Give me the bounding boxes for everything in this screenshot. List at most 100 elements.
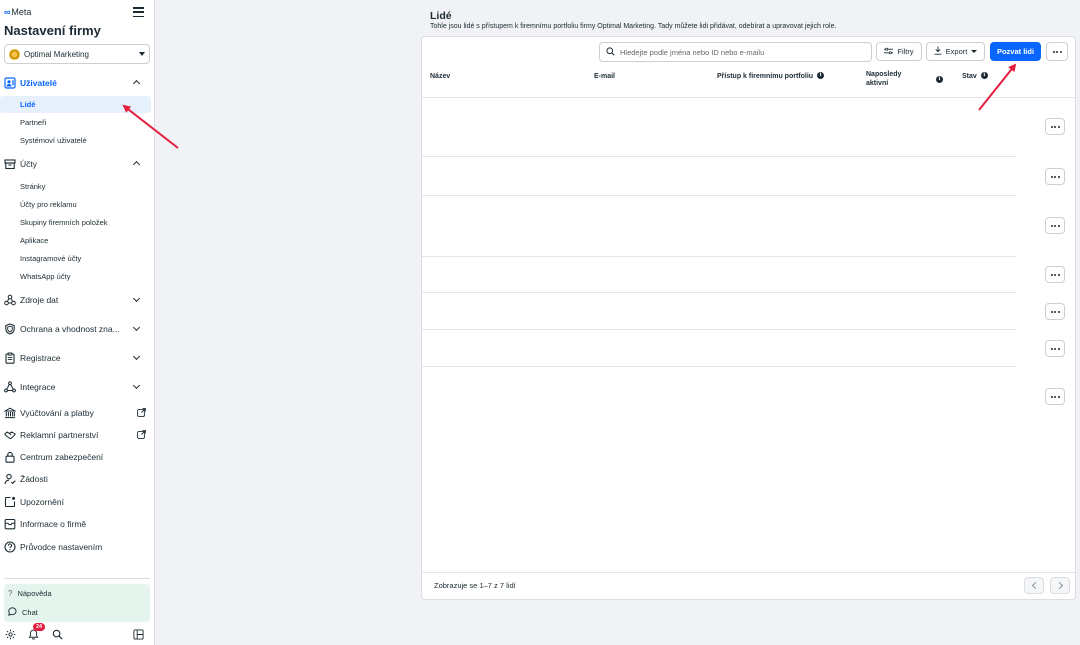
sidebar-item-label: Reklamní partnerství [20,430,99,440]
column-header-last-active[interactable]: Naposledy aktivní i [866,70,943,88]
notifications-bell-icon[interactable]: 24 [26,623,46,641]
sidebar-item-label: Žádosti [20,474,48,484]
chevron-down-icon [132,323,141,332]
row-options-button[interactable] [1045,303,1065,320]
search-icon [606,46,615,58]
export-label: Export [945,47,968,56]
sidebar-item-apps[interactable]: Aplikace [0,232,151,249]
meta-infinity-icon: ∞ [4,7,11,17]
table-row-divider [422,292,1016,293]
settings-gear-icon[interactable] [3,627,17,641]
row-options-button[interactable] [1045,266,1065,283]
column-header-status[interactable]: Stav i [962,72,988,81]
meta-logo[interactable]: ∞ Meta [4,7,31,17]
sidebar-item-billing[interactable]: Vyúčtování a platby [0,402,155,424]
help-label: Nápověda [17,589,52,598]
layout-panel-icon[interactable] [131,627,145,641]
sidebar-section-integrations[interactable]: Integrace [0,376,155,398]
chevron-down-icon [132,352,141,361]
chevron-down-icon [132,381,141,390]
app-title: Nastavení firmy [4,23,101,38]
chat-link[interactable]: Chat [4,603,150,622]
sidebar-item-setup-guide[interactable]: Průvodce nastavením [0,536,155,558]
sidebar-section-users[interactable]: Uživatelé [0,72,155,94]
business-info-icon [4,518,16,530]
more-dots-icon [1050,175,1060,178]
column-header-email[interactable]: E-mail [594,72,615,81]
sidebar-item-label: Průvodce nastavením [20,542,103,552]
chevron-left-icon [1031,581,1039,590]
more-dots-icon [1050,224,1060,227]
menu-hamburger-icon[interactable] [133,7,144,17]
filters-label: Filtry [897,47,914,56]
page-title: Lidé [430,10,452,22]
sliders-icon [884,47,894,57]
sidebar-section-accounts[interactable]: Účty [0,153,155,175]
caret-down-icon [139,52,145,56]
export-button[interactable]: Export [926,42,985,61]
sidebar-item-ad-accounts[interactable]: Účty pro reklamu [0,196,151,213]
sidebar-section-registration[interactable]: Registrace [0,347,155,369]
integrations-icon [4,381,16,393]
question-mark-icon: ? [8,589,13,598]
more-dots-icon [1050,395,1060,398]
row-options-button[interactable] [1045,340,1065,357]
help-circle-icon [4,541,16,553]
help-link[interactable]: ? Nápověda [4,584,150,603]
search-box[interactable] [599,42,872,62]
caret-down-icon [971,50,978,53]
info-icon[interactable]: i [936,76,943,83]
more-dots-icon [1050,273,1060,276]
row-options-button[interactable] [1045,168,1065,185]
row-options-button[interactable] [1045,118,1065,135]
row-options-button[interactable] [1045,388,1065,405]
more-options-button[interactable] [1046,42,1068,61]
more-dots-icon [1050,310,1060,313]
more-dots-icon [1052,50,1062,53]
column-header-access[interactable]: Přístup k firemnímu portfoliu i [717,72,825,81]
table-row-divider [422,195,1016,196]
chevron-down-icon [132,294,141,303]
clipboard-icon [4,352,16,364]
previous-page-button[interactable] [1024,577,1044,594]
sidebar-item-ad-partnerships[interactable]: Reklamní partnerství [0,424,155,446]
sidebar-section-label: Ochrana a vhodnost zna... [20,324,120,334]
chevron-up-icon [132,160,141,169]
sidebar-item-label: Centrum zabezpečení [20,452,104,462]
row-options-button[interactable] [1045,217,1065,234]
sidebar-divider [4,578,150,579]
sidebar-item-notifications[interactable]: Upozornění [0,491,155,513]
next-page-button[interactable] [1050,577,1070,594]
sidebar-item-business-asset-groups[interactable]: Skupiny firemních položek [0,214,151,231]
sidebar-section-label: Uživatelé [20,78,57,88]
invite-people-button[interactable]: Pozvat lidi [990,42,1041,61]
filters-button[interactable]: Filtry [876,42,922,61]
info-icon[interactable]: i [980,72,988,79]
sidebar-item-system-users[interactable]: Systémoví uživatelé [0,132,151,149]
sidebar-item-instagram-accounts[interactable]: Instagramové účty [0,250,151,267]
sidebar-item-whatsapp-accounts[interactable]: WhatsApp účty [0,268,151,285]
people-table-card [421,36,1076,600]
info-icon[interactable]: i [817,72,825,79]
table-row-divider [422,329,1016,330]
column-header-name[interactable]: Název [430,72,450,81]
sidebar-bottom-bar: 24 [0,623,155,644]
sidebar-section-data-sources[interactable]: Zdroje dat [0,289,155,311]
sidebar-item-pages[interactable]: Stránky [0,178,151,195]
sidebar-item-business-info[interactable]: Informace o firmě [0,513,155,535]
sidebar-item-partners[interactable]: Partneři [0,114,151,131]
search-input[interactable] [620,47,860,57]
sidebar-section-label: Registrace [20,353,61,363]
chat-bubble-icon [8,607,17,618]
sidebar-item-label: Upozornění [20,497,64,507]
sidebar-section-brand-safety[interactable]: Ochrana a vhodnost zna... [0,318,155,340]
portfolio-selector[interactable]: Optimal Marketing [4,44,150,64]
page-description: Tohle jsou lidé s přístupem k firemnímu … [430,23,837,30]
external-link-icon [137,408,146,419]
sidebar-item-security-center[interactable]: Centrum zabezpečení [0,446,155,468]
notification-count-badge: 24 [33,623,46,631]
sidebar-item-requests[interactable]: Žádosti [0,468,155,490]
sidebar-item-people[interactable]: Lidé [0,96,151,113]
users-icon [4,77,16,89]
search-icon[interactable] [50,627,64,641]
